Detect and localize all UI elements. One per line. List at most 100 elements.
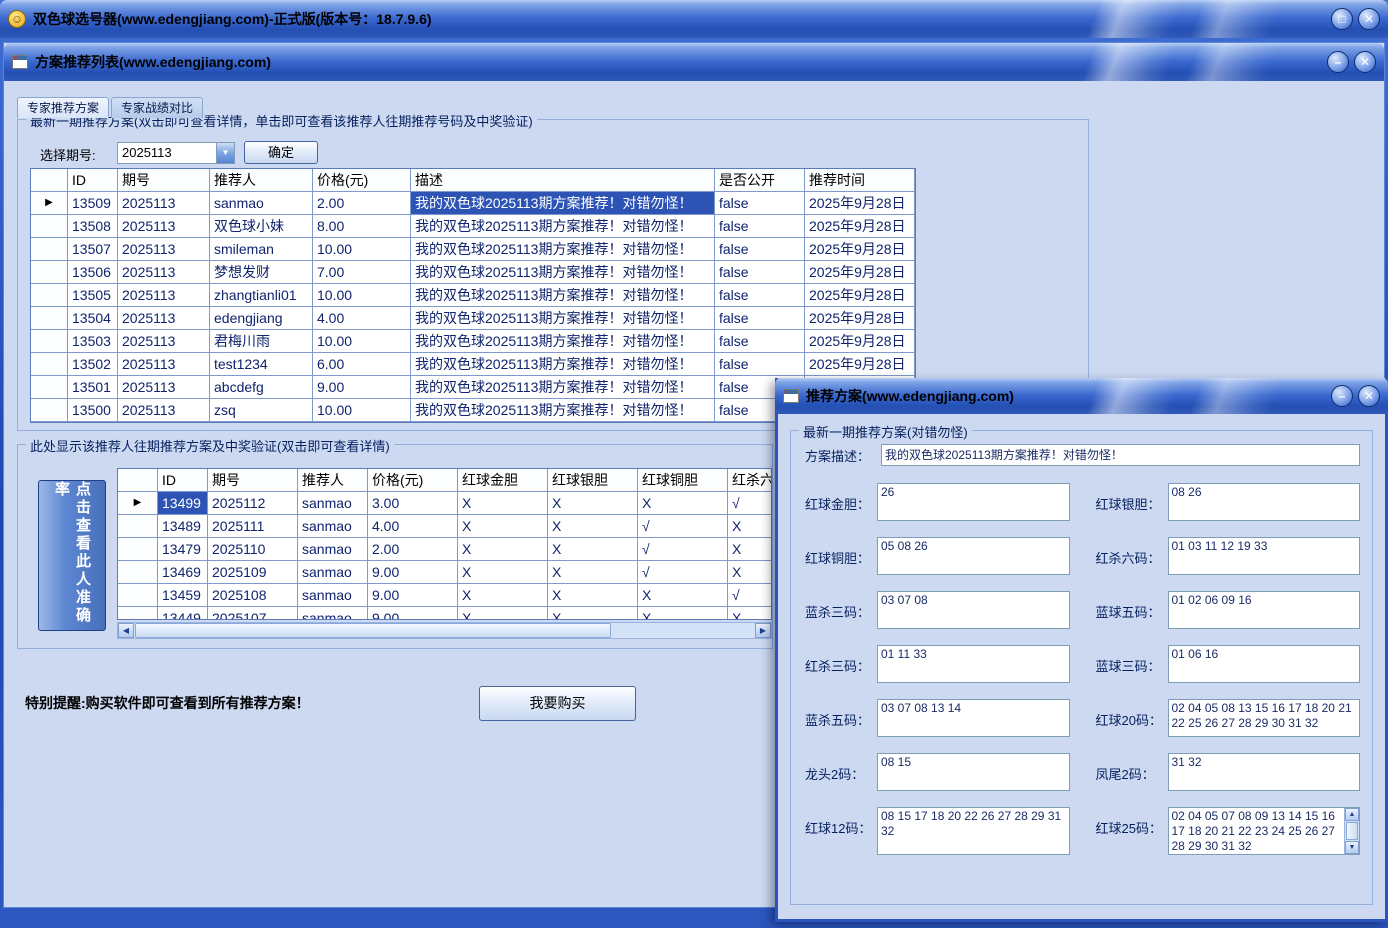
cell[interactable]: 13508 — [68, 215, 118, 238]
scroll-left-icon[interactable]: ◀ — [118, 623, 134, 638]
confirm-button[interactable]: 确定 — [244, 141, 318, 164]
row-header[interactable]: ▶ — [118, 492, 158, 515]
cell[interactable]: 2025年9月28日 — [805, 353, 915, 376]
cell[interactable]: false — [715, 215, 805, 238]
column-header[interactable]: 期号 — [118, 169, 210, 192]
cell[interactable]: 我的双色球2025113期方案推荐！对错勿怪！ — [411, 261, 715, 284]
cell[interactable]: 13449 — [158, 607, 208, 620]
cell[interactable]: 我的双色球2025113期方案推荐！对错勿怪！ — [411, 353, 715, 376]
cell[interactable]: 2025111 — [208, 515, 298, 538]
column-header[interactable]: 红杀六码 — [728, 469, 772, 492]
cell[interactable]: X — [548, 515, 638, 538]
cell[interactable]: 13507 — [68, 238, 118, 261]
row-header[interactable] — [118, 561, 158, 584]
cell[interactable]: 13469 — [158, 561, 208, 584]
cell[interactable]: edengjiang — [210, 307, 313, 330]
column-header[interactable]: 红球银胆 — [548, 469, 638, 492]
cell[interactable]: X — [458, 561, 548, 584]
scroll-up-icon[interactable]: ▲ — [1345, 808, 1359, 821]
row-header[interactable] — [31, 238, 68, 261]
row-header[interactable]: ▶ — [31, 192, 68, 215]
cell[interactable]: 2025113 — [118, 284, 210, 307]
cell[interactable]: 2025113 — [118, 261, 210, 284]
cell[interactable]: √ — [728, 492, 772, 515]
cell[interactable]: 2025年9月28日 — [805, 215, 915, 238]
table-row[interactable]: 134592025108sanmao9.00XXX√ — [118, 584, 772, 607]
cell[interactable]: sanmao — [298, 607, 368, 620]
cell[interactable]: 10.00 — [313, 284, 411, 307]
cell[interactable]: 梦想发财 — [210, 261, 313, 284]
cell[interactable]: sanmao — [298, 538, 368, 561]
table-row[interactable]: 134892025111sanmao4.00XX√X — [118, 515, 772, 538]
chevron-down-icon[interactable]: ▼ — [216, 143, 234, 163]
row-header[interactable] — [31, 215, 68, 238]
cell[interactable]: 9.00 — [368, 607, 458, 620]
column-header[interactable]: ID — [158, 469, 208, 492]
cell[interactable]: √ — [638, 515, 728, 538]
cell[interactable]: sanmao — [298, 584, 368, 607]
cell[interactable]: X — [728, 515, 772, 538]
cell[interactable]: 2025年9月28日 — [805, 330, 915, 353]
cell[interactable]: 3.00 — [368, 492, 458, 515]
cell[interactable]: 13502 — [68, 353, 118, 376]
tab-expert-recommend[interactable]: 专家推荐方案 — [17, 97, 109, 118]
field-value-box[interactable]: 05 08 26 — [877, 537, 1070, 575]
cell[interactable]: 我的双色球2025113期方案推荐！对错勿怪！ — [411, 307, 715, 330]
cell[interactable]: 2025113 — [118, 399, 210, 422]
table-row[interactable]: 135062025113梦想发财7.00我的双色球2025113期方案推荐！对错… — [31, 261, 915, 284]
horizontal-scrollbar[interactable]: ◀ ▶ — [117, 622, 772, 639]
cell[interactable]: 13489 — [158, 515, 208, 538]
row-header[interactable] — [31, 376, 68, 399]
cell[interactable]: X — [548, 492, 638, 515]
cell[interactable]: X — [638, 492, 728, 515]
cell[interactable]: X — [638, 584, 728, 607]
field-value-box[interactable]: 03 07 08 — [877, 591, 1070, 629]
cell[interactable]: X — [728, 538, 772, 561]
cell[interactable]: 10.00 — [313, 330, 411, 353]
cell[interactable]: 9.00 — [368, 561, 458, 584]
table-row[interactable]: 135042025113edengjiang4.00我的双色球2025113期方… — [31, 307, 915, 330]
cell[interactable]: 我的双色球2025113期方案推荐！对错勿怪！ — [411, 215, 715, 238]
table-row[interactable]: ▶134992025112sanmao3.00XXX√ — [118, 492, 772, 515]
cell[interactable]: X — [728, 561, 772, 584]
cell[interactable]: 2025113 — [118, 238, 210, 261]
column-header[interactable]: 价格(元) — [313, 169, 411, 192]
cell[interactable]: 2025年9月28日 — [805, 192, 915, 215]
minimize-button[interactable]: – — [1331, 385, 1353, 407]
cell[interactable]: 我的双色球2025113期方案推荐！对错勿怪！ — [411, 330, 715, 353]
cell[interactable]: test1234 — [210, 353, 313, 376]
cell[interactable]: 2025113 — [118, 307, 210, 330]
cell[interactable]: 2025113 — [118, 192, 210, 215]
cell[interactable]: 13459 — [158, 584, 208, 607]
cell[interactable]: X — [458, 538, 548, 561]
field-value-box[interactable]: 02 04 05 08 13 15 16 17 18 20 21 22 25 2… — [1168, 699, 1361, 737]
cell[interactable]: √ — [638, 538, 728, 561]
cell[interactable]: 2025113 — [118, 376, 210, 399]
table-row[interactable]: 135082025113双色球小妹8.00我的双色球2025113期方案推荐！对… — [31, 215, 915, 238]
cell[interactable]: false — [715, 284, 805, 307]
cell[interactable]: sanmao — [298, 561, 368, 584]
cell[interactable]: sanmao — [298, 515, 368, 538]
cell[interactable]: zsq — [210, 399, 313, 422]
cell[interactable]: 13479 — [158, 538, 208, 561]
row-header[interactable] — [31, 353, 68, 376]
cell[interactable]: 双色球小妹 — [210, 215, 313, 238]
scrollbar-thumb[interactable] — [1346, 822, 1358, 840]
cell[interactable]: 2.00 — [368, 538, 458, 561]
cell[interactable]: 10.00 — [313, 238, 411, 261]
cell[interactable]: X — [548, 538, 638, 561]
row-header[interactable] — [31, 307, 68, 330]
cell[interactable]: smileman — [210, 238, 313, 261]
cell[interactable]: 2025107 — [208, 607, 298, 620]
row-header[interactable] — [31, 261, 68, 284]
close-button[interactable]: ✕ — [1358, 385, 1380, 407]
cell[interactable]: X — [638, 607, 728, 620]
column-header[interactable]: 期号 — [208, 469, 298, 492]
cell[interactable]: 10.00 — [313, 399, 411, 422]
cell[interactable]: false — [715, 353, 805, 376]
cell[interactable]: X — [548, 561, 638, 584]
cell[interactable]: 2.00 — [313, 192, 411, 215]
table-row[interactable]: 135032025113君梅川雨10.00我的双色球2025113期方案推荐！对… — [31, 330, 915, 353]
column-header[interactable]: 是否公开 — [715, 169, 805, 192]
cell[interactable]: false — [715, 261, 805, 284]
